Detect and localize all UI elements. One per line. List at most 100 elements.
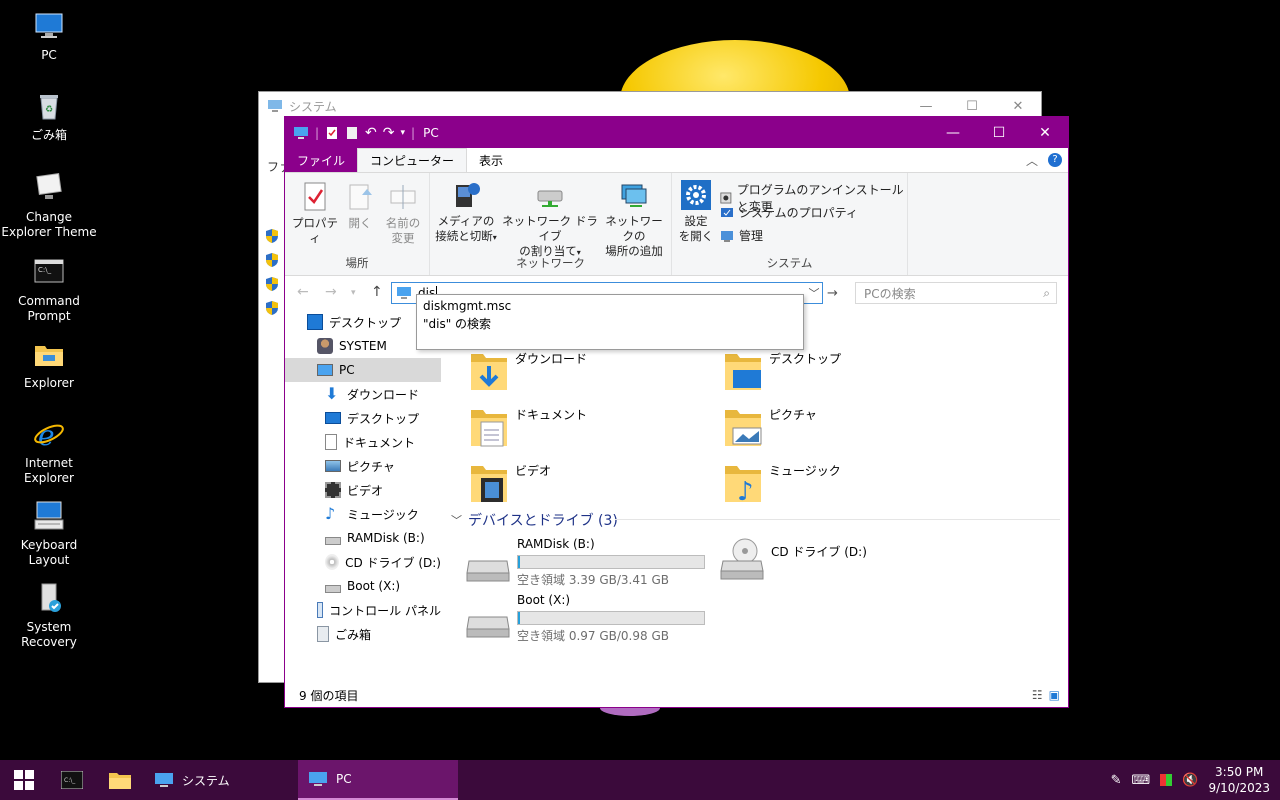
details-view-icon[interactable]: ☷	[1032, 688, 1043, 702]
forward-button[interactable]: →	[325, 284, 337, 300]
folder-label: ドキュメント	[515, 408, 588, 422]
nav-label: PC	[339, 363, 355, 377]
videos-folder-icon	[471, 466, 507, 502]
pictures-folder-icon	[725, 410, 762, 446]
nav-item-videos[interactable]: ビデオ	[285, 478, 441, 502]
shield-icon	[266, 277, 278, 291]
drive-boot[interactable]: Boot (X:) 空き領域 0.97 GB/0.98 GB	[465, 593, 725, 643]
nav-item-control-panel[interactable]: コントロール パネル	[285, 598, 441, 622]
desktop-icon-pc[interactable]: PC	[0, 10, 98, 63]
maximize-button[interactable]: ☐	[949, 99, 995, 114]
start-button[interactable]	[0, 760, 48, 800]
folder-pictures[interactable]: ピクチャ	[723, 406, 817, 450]
monitor-icon	[36, 172, 62, 199]
go-button[interactable]: →	[827, 286, 838, 301]
desktop-icon-change-theme[interactable]: Change Explorer Theme	[0, 172, 98, 240]
close-button[interactable]: ✕	[1022, 117, 1068, 148]
collapse-ribbon-icon[interactable]: ︿	[1026, 152, 1038, 169]
desktop-icon-command-prompt[interactable]: C:\_ Command Prompt	[0, 256, 98, 324]
tab-computer[interactable]: コンピューター	[357, 148, 468, 172]
taskbar-explorer[interactable]	[96, 760, 144, 800]
folder-desktop[interactable]: デスクトップ	[723, 350, 841, 394]
taskbar-command-prompt[interactable]: C:\_	[48, 760, 96, 800]
taskbar-app-system[interactable]: システム	[144, 760, 294, 800]
nav-item-music[interactable]: ♪ ミュージック	[285, 502, 441, 526]
nav-item-pictures[interactable]: ピクチャ	[285, 454, 441, 478]
download-icon: ⬇	[325, 384, 339, 403]
nav-item-recycle-bin[interactable]: ごみ箱	[285, 622, 441, 646]
customize-toolbar-icon[interactable]: ▾	[401, 128, 406, 138]
drive-ramdisk[interactable]: RAMDisk (B:) 空き領域 3.39 GB/3.41 GB	[465, 537, 725, 587]
recent-locations-button[interactable]: ▾	[351, 288, 356, 298]
nav-item-pc[interactable]: PC	[285, 358, 441, 382]
drive-icon	[466, 616, 510, 638]
minimize-button[interactable]: —	[930, 117, 976, 148]
nav-label: コントロール パネル	[329, 603, 441, 618]
folder-label: ミュージック	[769, 464, 841, 478]
new-folder-icon[interactable]	[345, 126, 359, 140]
desktop-icon-explorer[interactable]: Explorer	[0, 338, 98, 391]
desktop-icon-internet-explorer[interactable]: e Internet Explorer	[0, 418, 98, 486]
keyboard-tray-icon[interactable]: ⌨	[1132, 773, 1151, 788]
desktop-icon-keyboard-layout[interactable]: Keyboard Layout	[0, 500, 98, 568]
nav-item-boot[interactable]: Boot (X:)	[285, 574, 441, 598]
devices-section-header[interactable]: ﹀ デバイスとドライブ (3)	[451, 510, 618, 530]
undo-icon[interactable]: ↶	[365, 125, 377, 141]
minimize-button[interactable]: —	[903, 99, 949, 114]
folder-music[interactable]: ♪ ミュージック	[723, 462, 841, 506]
system-properties-button[interactable]: システムのプロパティ	[720, 204, 858, 221]
open-button[interactable]: 開く	[343, 181, 377, 231]
color-tray-icon[interactable]	[1160, 774, 1173, 786]
terminal-icon: C:\_	[34, 259, 64, 283]
taskbar-app-pc[interactable]: PC	[298, 760, 458, 800]
explorer-window[interactable]: | ↶ ↷ ▾ | PC — ☐ ✕ ファイル コンピューター 表示 ︿ ? プ…	[284, 116, 1069, 708]
map-network-drive-button[interactable]: ネットワーク ドライブ の割り当て▾	[502, 179, 598, 260]
tab-view[interactable]: 表示	[467, 148, 515, 172]
search-box[interactable]: PCの検索 ⌕	[855, 282, 1057, 304]
media-connect-button[interactable]: メディアの 接続と切断▾	[434, 179, 498, 245]
redo-icon[interactable]: ↷	[383, 125, 395, 141]
system-window-title: システム	[289, 99, 337, 114]
desktop-icon-system-recovery[interactable]: System Recovery	[0, 582, 98, 650]
desktop-icon-recycle-bin[interactable]: ♻ ごみ箱	[0, 90, 98, 143]
back-button[interactable]: ←	[297, 284, 309, 300]
drive-cd[interactable]: CD ドライブ (D:)	[719, 537, 919, 587]
folder-documents[interactable]: ドキュメント	[469, 406, 587, 450]
tab-file[interactable]: ファイル	[285, 148, 358, 172]
up-button[interactable]: ↑	[371, 284, 383, 300]
add-network-location-button[interactable]: ネットワークの 場所の追加	[600, 179, 668, 259]
manage-label: 管理	[739, 229, 764, 243]
properties-button[interactable]: プロパティ	[289, 181, 341, 246]
folder-videos[interactable]: ビデオ	[469, 462, 551, 506]
ribbon-group-location: プロパティ 開く 名前の 変更 場所	[285, 173, 430, 275]
address-dropdown-button[interactable]: ﹀	[806, 285, 822, 301]
autocomplete-item[interactable]: diskmgmt.msc	[417, 297, 803, 315]
open-settings-button[interactable]: 設定 を開く	[678, 179, 714, 244]
help-icon[interactable]: ?	[1048, 153, 1062, 167]
open-icon	[349, 184, 372, 210]
nav-item-downloads[interactable]: ⬇ ダウンロード	[285, 382, 441, 406]
nav-item-ramdisk[interactable]: RAMDisk (B:)	[285, 526, 441, 550]
cd-drive-icon	[325, 554, 340, 570]
search-icon[interactable]: ⌕	[1043, 286, 1050, 301]
nav-item-desktop-folder[interactable]: デスクトップ	[285, 406, 441, 430]
nav-label: CD ドライブ (D:)	[345, 555, 441, 570]
document-icon	[325, 434, 337, 450]
nav-item-documents[interactable]: ドキュメント	[285, 430, 441, 454]
clock[interactable]: 3:50 PM 9/10/2023	[1208, 764, 1270, 796]
properties-icon	[304, 182, 326, 211]
volume-muted-icon[interactable]: 🔇	[1182, 773, 1198, 788]
maximize-button[interactable]: ☐	[976, 117, 1022, 148]
network-tray-icon[interactable]: ✎	[1111, 773, 1122, 788]
autocomplete-item[interactable]: "dis" の検索	[417, 315, 803, 333]
large-icons-view-icon[interactable]: ▣	[1049, 688, 1060, 702]
properties-icon[interactable]	[325, 126, 339, 140]
close-button[interactable]: ✕	[995, 99, 1041, 114]
folder-downloads[interactable]: ダウンロード	[469, 350, 587, 394]
drive-usage-bar	[517, 555, 705, 569]
drive-usage-fill	[518, 556, 520, 568]
rename-button[interactable]: 名前の 変更	[379, 181, 427, 246]
nav-item-cd-drive[interactable]: CD ドライブ (D:)	[285, 550, 441, 574]
folder-icon	[109, 773, 131, 789]
manage-button[interactable]: 管理	[720, 227, 763, 244]
